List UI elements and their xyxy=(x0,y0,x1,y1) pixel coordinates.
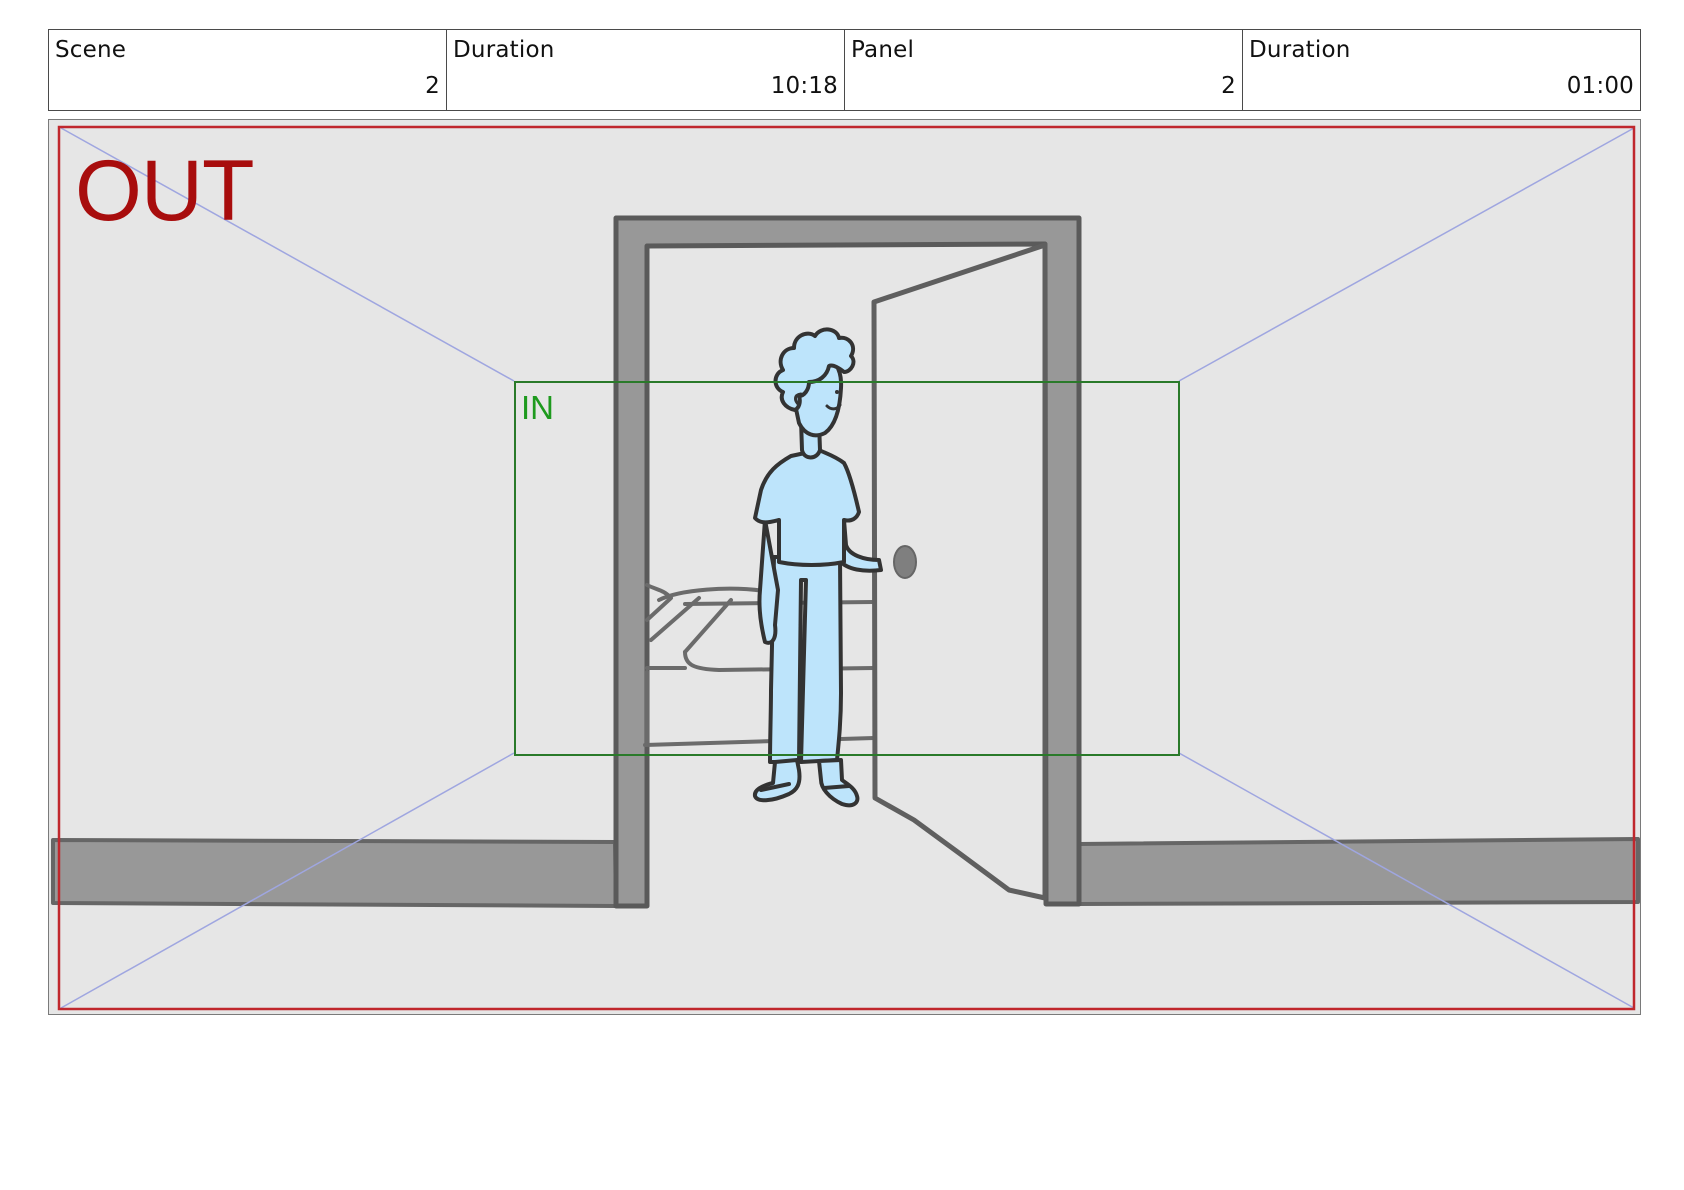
scene-number[interactable]: 2 xyxy=(425,73,440,99)
panel-cell: Panel 2 xyxy=(845,30,1243,110)
scene-cell: Scene 2 xyxy=(49,30,447,110)
storyboard-panel[interactable]: OUT IN xyxy=(48,119,1641,1015)
door-knob-icon xyxy=(893,545,917,579)
storyboard-page: Scene 2 Duration 10:18 Panel 2 Duration … xyxy=(0,0,1684,1190)
panel-duration-label: Duration xyxy=(1249,37,1351,63)
panel-duration-cell: Duration 01:00 xyxy=(1243,30,1640,110)
panel-number[interactable]: 2 xyxy=(1221,73,1236,99)
open-door xyxy=(871,242,1048,901)
panel-duration-value[interactable]: 01:00 xyxy=(1567,73,1634,99)
out-frame-label: OUT xyxy=(75,143,255,239)
scene-duration-label: Duration xyxy=(453,37,555,63)
panel-drawing xyxy=(49,120,1640,1014)
scene-label: Scene xyxy=(55,37,127,63)
scene-duration-cell: Duration 10:18 xyxy=(447,30,845,110)
in-frame-label: IN xyxy=(521,389,554,426)
panel-label: Panel xyxy=(851,37,915,63)
panel-info-table: Scene 2 Duration 10:18 Panel 2 Duration … xyxy=(48,29,1641,111)
scene-duration-value[interactable]: 10:18 xyxy=(771,73,838,99)
